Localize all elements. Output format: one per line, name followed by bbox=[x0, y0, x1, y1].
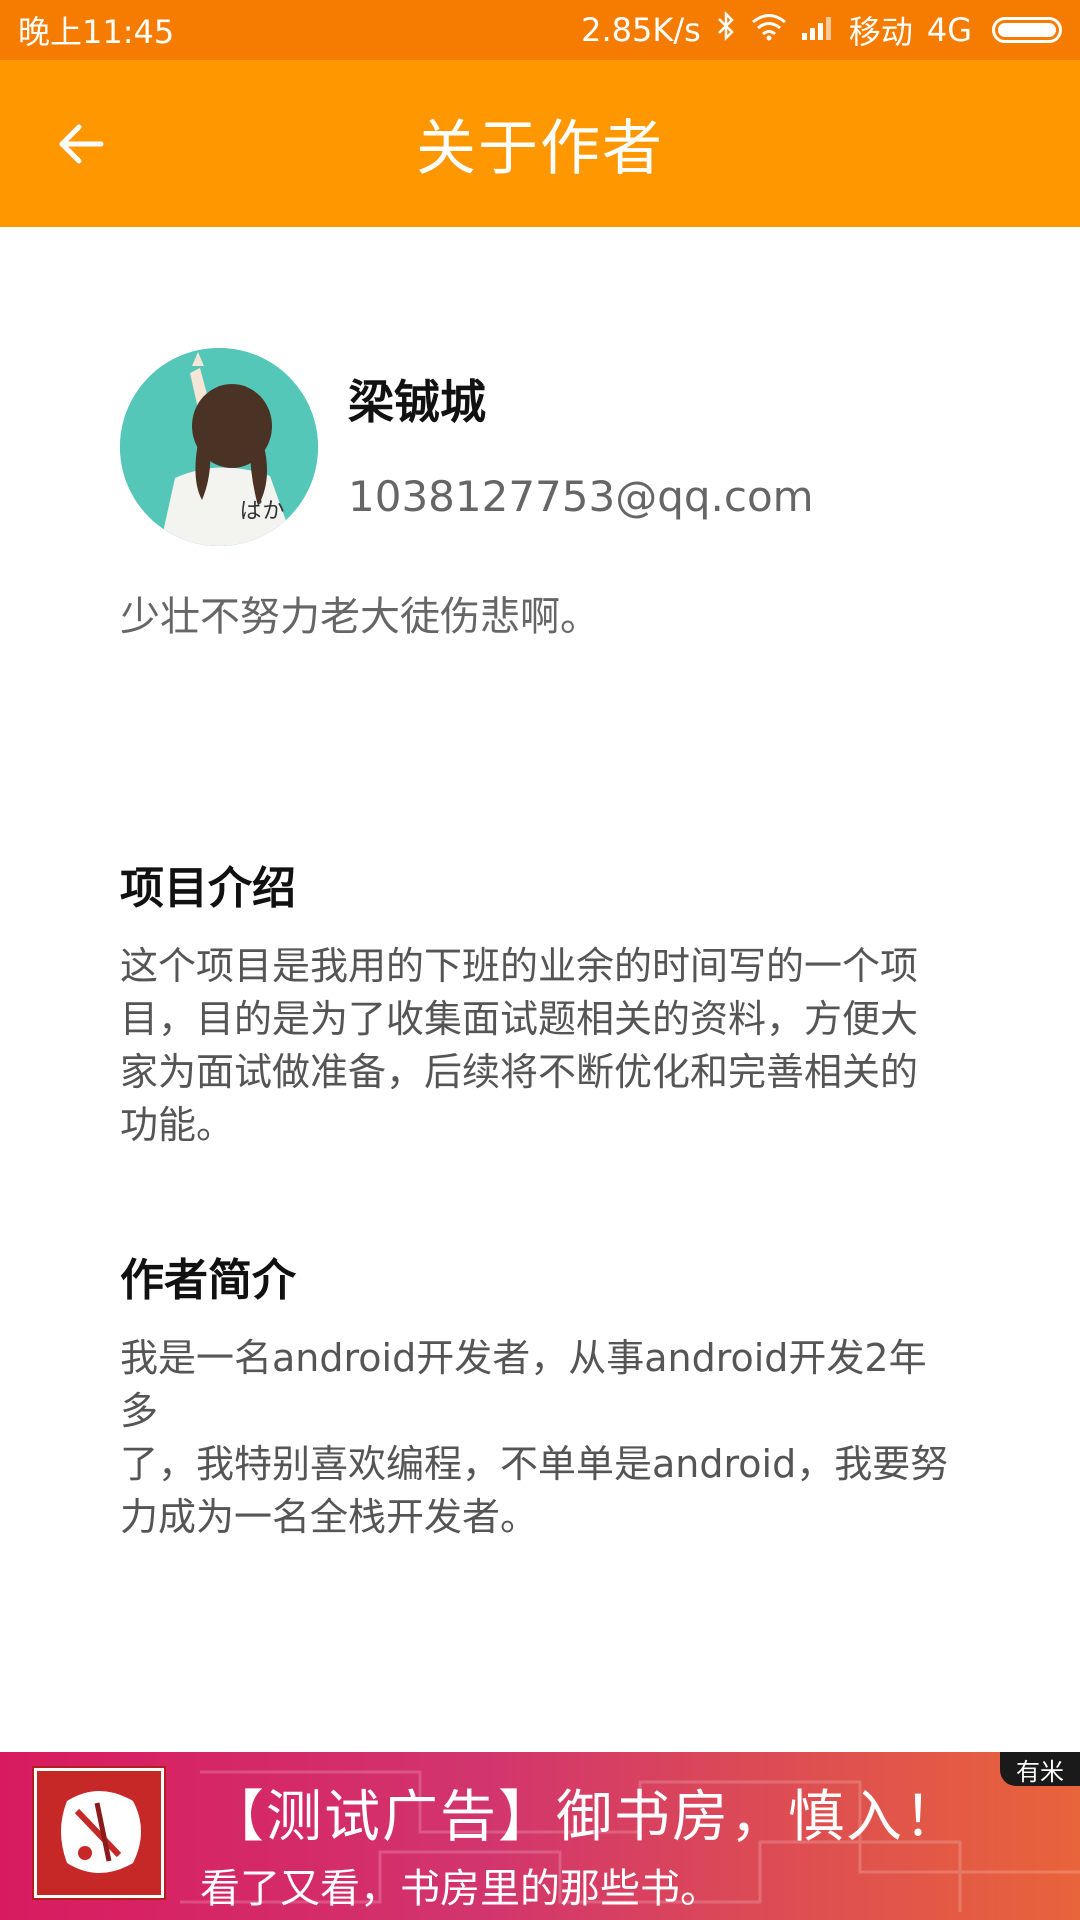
section-title-author: 作者简介 bbox=[120, 1255, 296, 1306]
ad-banner[interactable]: 【测试广告】御书房，慎入！ 看了又看，书房里的那些书。 有米 bbox=[0, 1752, 1080, 1920]
status-time: 晚上11:45 bbox=[18, 13, 175, 51]
section-line: 目，目的是为了收集面试题相关的资料，方便大 bbox=[120, 997, 919, 1041]
network-speed: 2.85K/s bbox=[581, 11, 701, 49]
bluetooth-icon bbox=[715, 10, 737, 50]
section-line: 力成为一名全栈开发者。 bbox=[120, 1495, 539, 1539]
network-type: 4G bbox=[926, 11, 972, 49]
back-button[interactable] bbox=[46, 109, 116, 179]
ad-badge: 有米 bbox=[1000, 1752, 1080, 1786]
svg-text:ぱか: ぱか bbox=[240, 499, 284, 524]
author-motto: 少壮不努力老大徒伤悲啊。 bbox=[120, 594, 600, 640]
ad-title: 【测试广告】御书房，慎入！ bbox=[208, 1785, 962, 1850]
section-line: 功能。 bbox=[120, 1103, 235, 1147]
section-line: 这个项目是我用的下班的业余的时间写的一个项 bbox=[120, 944, 919, 988]
section-body-project: 这个项目是我用的下班的业余的时间写的一个项 目，目的是为了收集面试题相关的资料，… bbox=[120, 940, 960, 1152]
battery-icon bbox=[992, 17, 1062, 43]
wifi-icon bbox=[751, 11, 787, 49]
section-line: 了，我特别喜欢编程，不单单是android，我要努 bbox=[120, 1442, 949, 1486]
avatar: ぱか bbox=[120, 348, 318, 546]
section-title-project: 项目介绍 bbox=[120, 863, 296, 914]
section-line: 我是一名android开发者，从事android开发2年多 bbox=[120, 1336, 927, 1433]
author-name: 梁铖城 bbox=[348, 375, 486, 429]
arrow-left-icon bbox=[59, 124, 104, 163]
page-title: 关于作者 bbox=[416, 114, 664, 184]
toolbar: 关于作者 bbox=[0, 60, 1080, 227]
signal-icon bbox=[801, 11, 835, 49]
status-bar: 晚上11:45 2.85K/s 移动 4G bbox=[0, 0, 1080, 60]
carrier: 移动 bbox=[848, 13, 913, 51]
status-right: 2.85K/s 移动 4G bbox=[581, 7, 1062, 53]
ad-app-icon bbox=[34, 1768, 164, 1898]
author-email[interactable]: 1038127753@qq.com bbox=[348, 472, 814, 521]
section-line: 家为面试做准备，后续将不断优化和完善相关的 bbox=[120, 1050, 919, 1094]
section-body-author: 我是一名android开发者，从事android开发2年多 了，我特别喜欢编程，… bbox=[120, 1332, 960, 1544]
ad-subtitle: 看了又看，书房里的那些书。 bbox=[200, 1866, 720, 1912]
